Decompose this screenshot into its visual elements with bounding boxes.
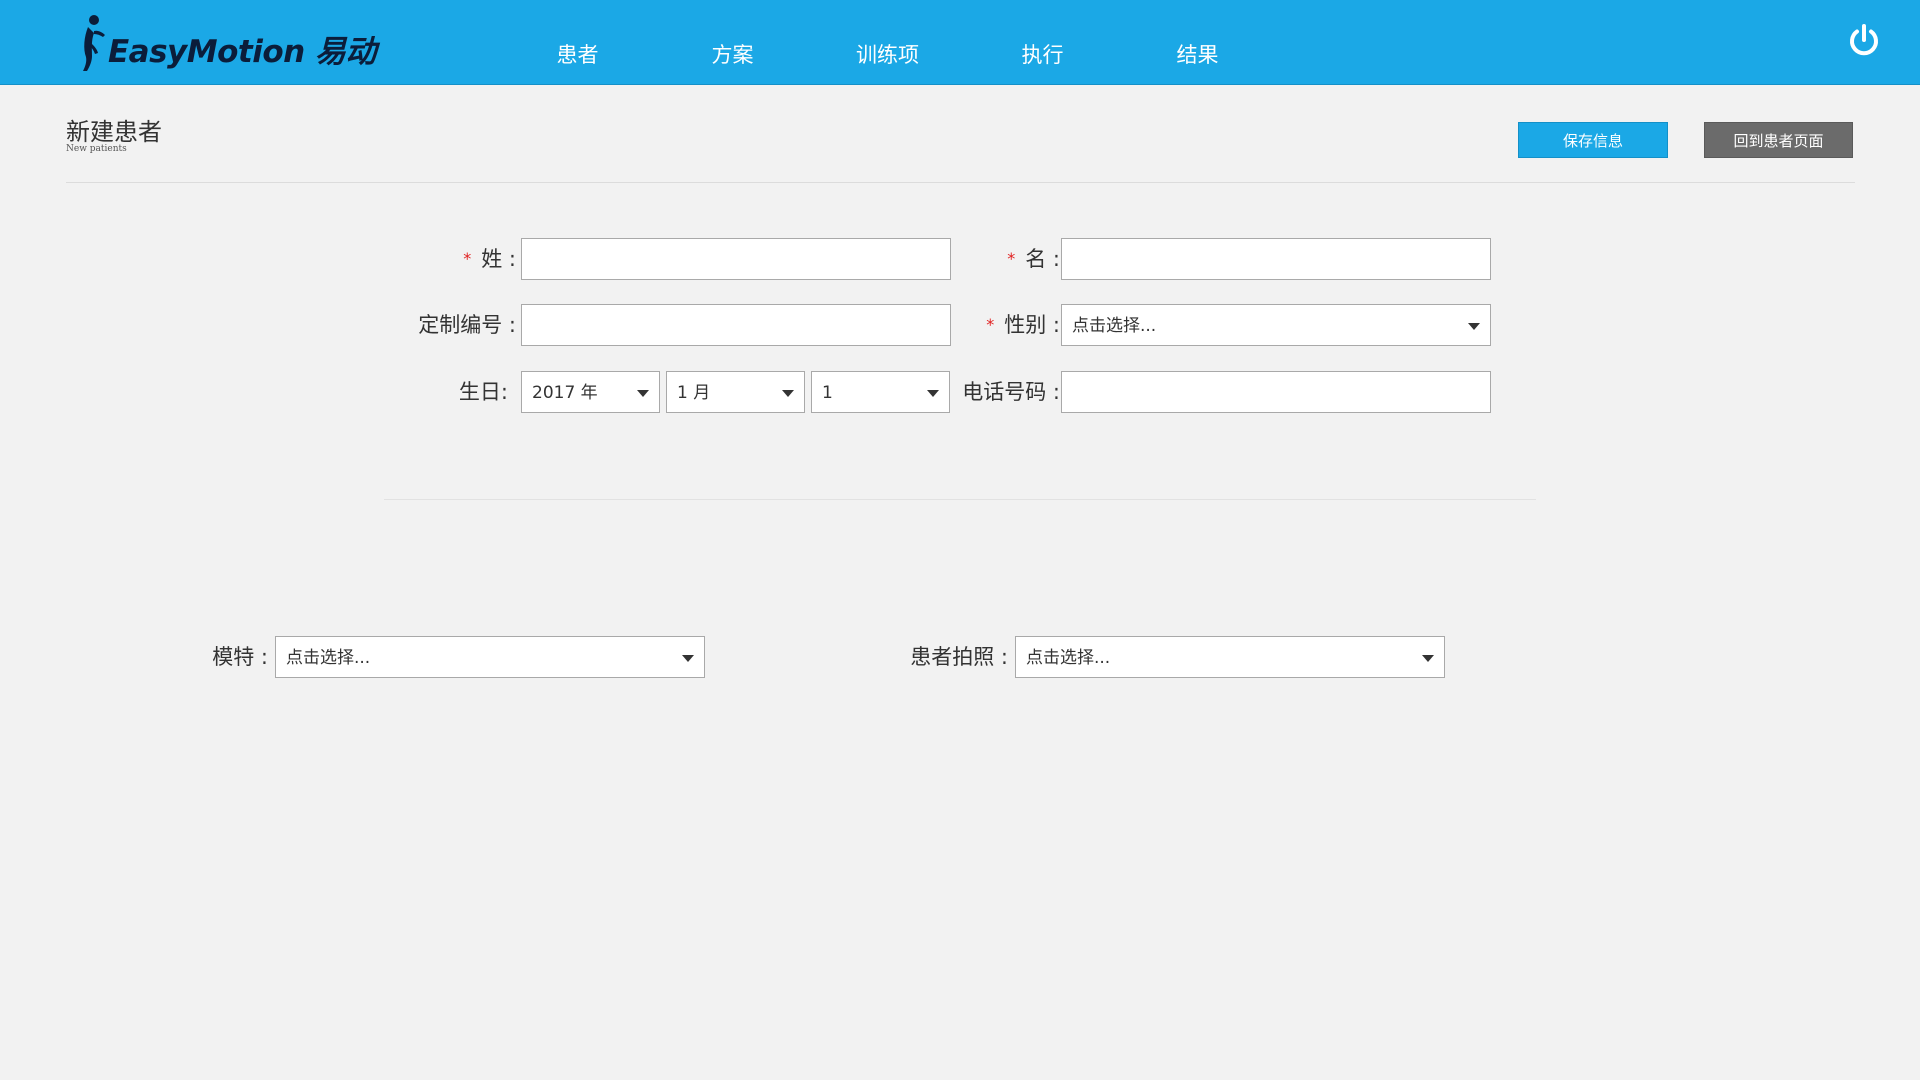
birth-month-select[interactable]: 1 月 [666,371,805,413]
gender-label-text: 性别 : [1004,313,1060,337]
given-name-input[interactable] [1061,238,1491,280]
chevron-down-icon [782,390,794,397]
chevron-down-icon [1422,655,1434,662]
birth-year-select[interactable]: 2017 年 [521,371,660,413]
birthday-label: 生日: [458,380,508,404]
top-navigation-bar: EasyMotion 易动 患者 方案 训练项 执行 结果 [0,0,1920,85]
gender-select[interactable]: 点击选择... [1061,304,1491,346]
photo-select[interactable]: 点击选择... [1015,636,1445,678]
save-info-button[interactable]: 保存信息 [1518,122,1668,158]
nav-item-execute[interactable]: 执行 [965,32,1120,78]
runner-logo-icon [83,15,105,71]
surname-label: * 姓 : [400,238,516,280]
model-label: 模特 : [212,645,268,669]
custom-id-label: 定制编号 : [418,313,516,337]
power-icon[interactable] [1846,23,1882,59]
nav-item-plans[interactable]: 方案 [655,32,810,78]
surname-input[interactable] [521,238,951,280]
model-select[interactable]: 点击选择... [275,636,705,678]
given-name-label: * 名 : [960,238,1060,280]
app-logo[interactable]: EasyMotion 易动 [80,12,377,74]
birth-day-value: 1 [822,383,833,403]
required-mark: * [463,249,472,268]
header-divider [66,182,1855,183]
custom-id-input[interactable] [521,304,951,346]
phone-label: 电话号码 : [962,380,1060,404]
surname-label-text: 姓 : [481,247,516,271]
nav-item-exercises[interactable]: 训练项 [810,32,965,78]
birth-month-value: 1 月 [677,383,711,403]
main-nav: 患者 方案 训练项 执行 结果 [500,32,1275,78]
logo-text: EasyMotion 易动 [108,33,377,70]
chevron-down-icon [927,390,939,397]
photo-select-value: 点击选择... [1026,648,1111,668]
birth-day-select[interactable]: 1 [811,371,950,413]
model-select-value: 点击选择... [286,648,371,668]
given-name-label-text: 名 : [1025,247,1060,271]
required-mark: * [1007,249,1016,268]
chevron-down-icon [682,655,694,662]
section-divider [384,499,1536,500]
photo-label: 患者拍照 : [910,645,1008,669]
back-to-patients-button[interactable]: 回到患者页面 [1704,122,1853,158]
chevron-down-icon [637,390,649,397]
page-subtitle: New patients [66,144,127,154]
page-title: 新建患者 [66,118,162,146]
chevron-down-icon [1468,323,1480,330]
birth-year-value: 2017 年 [532,383,598,403]
nav-item-patients[interactable]: 患者 [500,32,655,78]
gender-label: * 性别 : [940,304,1060,346]
required-mark: * [986,315,995,334]
nav-item-results[interactable]: 结果 [1120,32,1275,78]
gender-select-value: 点击选择... [1072,316,1157,336]
phone-input[interactable] [1061,371,1491,413]
